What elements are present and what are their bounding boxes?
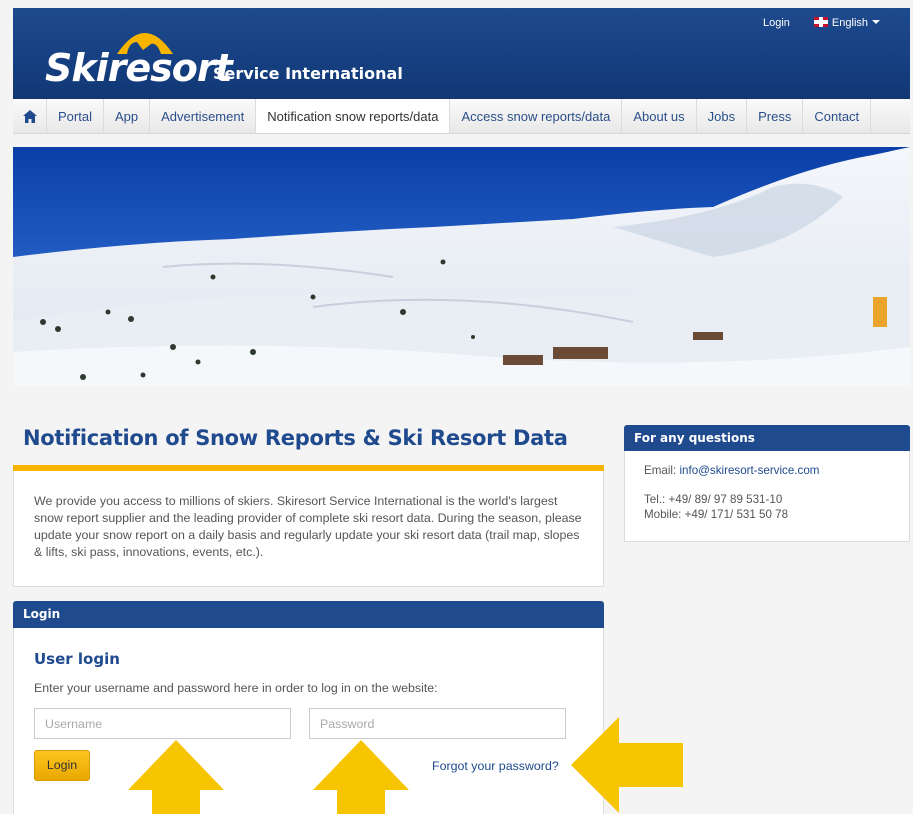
language-label: English	[831, 17, 868, 29]
contact-tel: Tel.: +49/ 89/ 97 89 531-10	[644, 493, 783, 506]
nav-jobs[interactable]: Jobs	[697, 99, 748, 133]
logo-subtitle: Service International	[213, 64, 403, 83]
contact-email-row: Email: info@skiresort-service.com	[644, 463, 909, 478]
contact-mobile: Mobile: +49/ 171/ 531 50 78	[644, 508, 789, 521]
intro-text: We provide you access to millions of ski…	[13, 471, 604, 587]
login-button[interactable]: Login	[34, 750, 90, 781]
site-logo[interactable]: Skiresort Service International	[45, 20, 405, 90]
home-icon	[22, 109, 37, 123]
nav-notification-snow-reports[interactable]: Notification snow reports/data	[256, 99, 451, 133]
login-panel: User login Enter your username and passw…	[13, 628, 604, 814]
email-link[interactable]: info@skiresort-service.com	[679, 464, 819, 477]
header-login-link[interactable]: Login	[763, 17, 790, 29]
username-input[interactable]	[34, 708, 291, 739]
nav-app[interactable]: App	[104, 99, 151, 133]
language-selector[interactable]: English	[813, 17, 880, 29]
nav-contact[interactable]: Contact	[803, 99, 872, 133]
uk-flag-icon	[813, 17, 828, 27]
page-title: Notification of Snow Reports & Ski Resor…	[23, 426, 568, 450]
logo-wordmark: Skiresort	[45, 46, 233, 90]
main-nav: Portal App Advertisement Notification sn…	[13, 99, 910, 134]
login-panel-header: Login	[13, 601, 604, 628]
password-input[interactable]	[309, 708, 566, 739]
user-login-heading: User login	[34, 650, 120, 668]
contact-box: Email: info@skiresort-service.com Tel.: …	[624, 451, 910, 542]
hero-ski-slope-image	[13, 147, 910, 386]
arrow-left-forgot-password-icon	[571, 717, 683, 813]
nav-advertisement[interactable]: Advertisement	[150, 99, 257, 133]
site-header: Skiresort Service International Login En…	[13, 8, 910, 99]
email-label: Email:	[644, 464, 677, 477]
forgot-password-link[interactable]: Forgot your password?	[432, 759, 559, 773]
login-description: Enter your username and password here in…	[34, 681, 438, 695]
caret-down-icon	[872, 20, 880, 24]
arrow-up-password-icon	[313, 740, 409, 814]
nav-home[interactable]	[13, 99, 47, 133]
nav-portal[interactable]: Portal	[47, 99, 104, 133]
arrow-up-username-icon	[128, 740, 224, 814]
nav-press[interactable]: Press	[747, 99, 804, 133]
contact-box-header: For any questions	[624, 425, 910, 451]
nav-about-us[interactable]: About us	[622, 99, 697, 133]
nav-access-snow-reports[interactable]: Access snow reports/data	[450, 99, 623, 133]
